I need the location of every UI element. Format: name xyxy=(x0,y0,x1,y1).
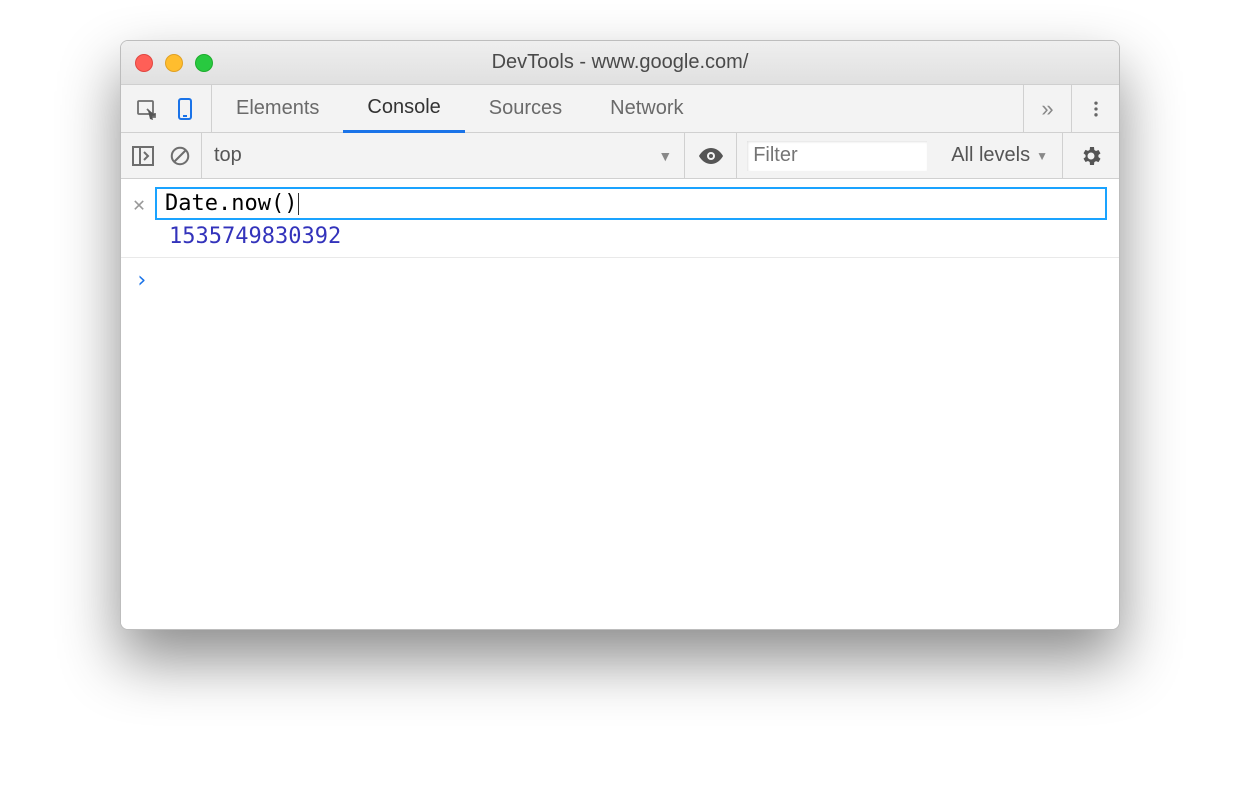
levels-label: All levels xyxy=(951,144,1030,167)
console-prompt[interactable]: › xyxy=(121,258,1119,303)
titlebar: DevTools - www.google.com/ xyxy=(121,41,1119,85)
gear-icon xyxy=(1079,144,1103,168)
devtools-menu-button[interactable] xyxy=(1071,85,1119,132)
prompt-chevron-icon: › xyxy=(135,268,148,293)
console-toolbar: top ▼ All levels ▼ xyxy=(121,133,1119,179)
tabs-left-controls xyxy=(121,85,212,132)
tab-elements[interactable]: Elements xyxy=(212,85,343,132)
context-label: top xyxy=(214,144,242,167)
kebab-menu-icon xyxy=(1086,99,1106,119)
text-caret xyxy=(298,193,299,215)
tabs-overflow-button[interactable]: » xyxy=(1023,85,1071,132)
sidebar-toggle-icon[interactable] xyxy=(131,145,155,167)
caret-down-icon: ▼ xyxy=(1036,149,1048,163)
eye-icon xyxy=(697,146,725,166)
device-toggle-icon[interactable] xyxy=(173,97,197,121)
live-expression-input[interactable]: Date.now() xyxy=(155,187,1107,220)
devtools-window: DevTools - www.google.com/ Elements Cons… xyxy=(120,40,1120,630)
tab-console[interactable]: Console xyxy=(343,86,464,133)
live-expression-text: Date.now() xyxy=(165,191,297,216)
tab-network[interactable]: Network xyxy=(586,85,707,132)
console-settings-button[interactable] xyxy=(1063,144,1119,168)
live-expression-button[interactable] xyxy=(685,133,737,178)
live-expression-row: ✕ Date.now() 1535749830392 xyxy=(121,179,1119,258)
window-title: DevTools - www.google.com/ xyxy=(121,51,1119,74)
panel-tabs: Elements Console Sources Network » xyxy=(121,85,1119,133)
live-expression-result: 1535749830392 xyxy=(169,224,1107,249)
inspect-element-icon[interactable] xyxy=(135,97,159,121)
console-body: ✕ Date.now() 1535749830392 › xyxy=(121,179,1119,629)
filter-input[interactable] xyxy=(747,141,927,171)
caret-down-icon: ▼ xyxy=(658,148,672,164)
tab-sources[interactable]: Sources xyxy=(465,85,586,132)
execution-context-selector[interactable]: top ▼ xyxy=(202,133,685,178)
clear-console-icon[interactable] xyxy=(169,145,191,167)
console-toolbar-left xyxy=(121,133,202,178)
remove-live-expression-icon[interactable]: ✕ xyxy=(133,192,145,216)
filter-cell xyxy=(737,133,937,178)
tab-list: Elements Console Sources Network xyxy=(212,85,1023,132)
chevron-right-double-icon: » xyxy=(1041,96,1053,122)
log-levels-selector[interactable]: All levels ▼ xyxy=(937,133,1063,178)
